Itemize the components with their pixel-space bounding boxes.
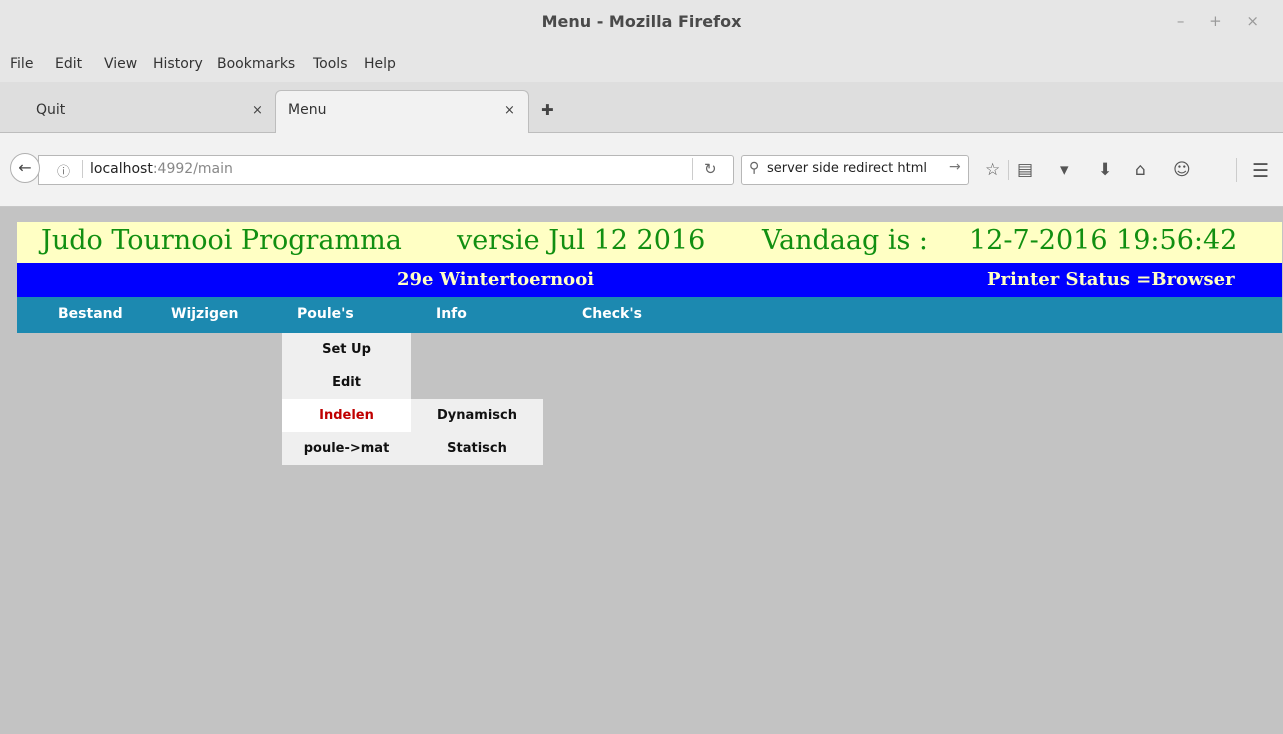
- new-tab-icon[interactable]: ✚: [541, 101, 554, 119]
- tournament-name: 29e Wintertoernooi: [397, 269, 595, 290]
- toolbar-divider: [1008, 160, 1009, 180]
- menu-tools[interactable]: Tools: [313, 56, 348, 72]
- home-icon[interactable]: ⌂: [1135, 160, 1146, 180]
- tab-menu-label[interactable]: Menu: [288, 102, 326, 128]
- submenu-dynamisch[interactable]: Dynamisch: [411, 399, 543, 432]
- menu-view[interactable]: View: [104, 56, 137, 72]
- nav-info[interactable]: Info: [436, 306, 467, 322]
- dropdown-poule-mat[interactable]: poule->mat: [282, 432, 411, 465]
- datetime-text: 12-7-2016 19:56:42: [969, 225, 1238, 256]
- menu-divider: [1236, 158, 1237, 182]
- nav-bestand[interactable]: Bestand: [58, 306, 123, 322]
- dropdown-setup[interactable]: Set Up: [282, 333, 411, 366]
- nav-poules[interactable]: Poule's: [297, 306, 354, 322]
- back-button[interactable]: ←: [10, 153, 40, 183]
- hamburger-menu-icon[interactable]: ☰: [1252, 160, 1269, 182]
- tab-menu-close-icon[interactable]: ×: [504, 103, 515, 118]
- url-divider: [82, 160, 83, 178]
- today-label: Vandaag is :: [762, 225, 929, 256]
- search-go-icon[interactable]: →: [949, 159, 961, 175]
- printer-status: Printer Status =Browser: [987, 269, 1235, 290]
- menu-history[interactable]: History: [153, 56, 203, 72]
- dropdown-indelen[interactable]: Indelen: [282, 399, 411, 432]
- window-title: Menu - Mozilla Firefox: [541, 12, 742, 31]
- page-header: Judo Tournooi Programma versie Jul 12 20…: [17, 222, 1282, 263]
- tab-quit-close-icon[interactable]: ×: [252, 103, 263, 118]
- menu-help[interactable]: Help: [364, 56, 396, 72]
- app-title: Judo Tournooi Programma: [41, 225, 402, 256]
- menu-bookmarks[interactable]: Bookmarks: [217, 56, 295, 72]
- url-path: :4992/main: [152, 161, 233, 177]
- app-nav-bar: Bestand Wijzigen Poule's Info Check's: [17, 297, 1282, 333]
- window-controls[interactable]: – + ×: [1177, 12, 1269, 30]
- menu-file[interactable]: File: [10, 56, 33, 72]
- bookmarks-list-icon[interactable]: ▤: [1017, 160, 1033, 180]
- tab-quit-label[interactable]: Quit: [36, 102, 65, 128]
- reload-icon[interactable]: ↻: [704, 160, 717, 178]
- submenu-statisch[interactable]: Statisch: [411, 432, 543, 465]
- menu-edit[interactable]: Edit: [55, 56, 82, 72]
- search-icon: ⚲: [749, 160, 760, 176]
- reload-divider: [692, 158, 693, 180]
- bookmark-star-icon[interactable]: ☆: [985, 160, 1000, 180]
- site-info-icon[interactable]: ⓘ: [57, 161, 70, 180]
- url-text[interactable]: localhost:4992/main: [90, 161, 233, 177]
- tournament-banner: 29e Wintertoernooi Printer Status =Brows…: [17, 263, 1282, 297]
- version-text: versie Jul 12 2016: [457, 225, 706, 256]
- url-host: localhost: [90, 161, 153, 177]
- dropdown-edit[interactable]: Edit: [282, 366, 411, 399]
- downloads-icon[interactable]: ⬇: [1098, 160, 1112, 180]
- nav-checks[interactable]: Check's: [582, 306, 642, 322]
- hello-icon[interactable]: ☺: [1173, 160, 1191, 180]
- nav-wijzigen[interactable]: Wijzigen: [171, 306, 238, 322]
- pocket-icon[interactable]: ▾: [1060, 160, 1069, 180]
- tab-strip: [0, 82, 1283, 133]
- search-input[interactable]: server side redirect html: [767, 161, 927, 176]
